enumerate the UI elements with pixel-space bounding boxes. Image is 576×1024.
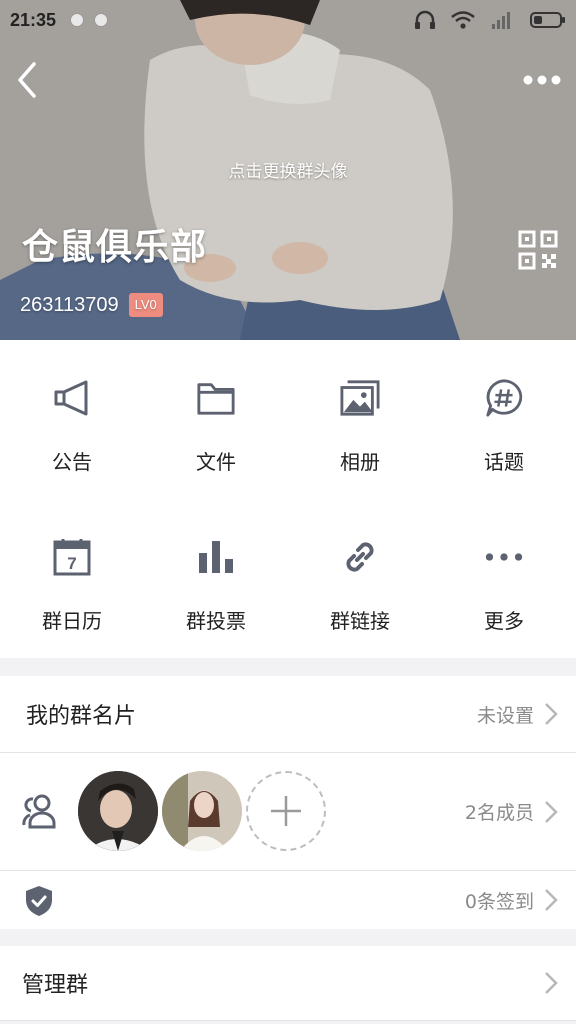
manage-group-title: 管理群 — [22, 973, 89, 998]
grid-item-label: 公告 — [52, 450, 92, 474]
manage-group-row[interactable]: 管理群 — [0, 946, 576, 1020]
wifi-icon — [451, 11, 475, 29]
group-id: 263113709 — [20, 293, 119, 316]
members-row[interactable]: 2名成员 — [0, 753, 576, 870]
checkin-shield-icon — [26, 886, 52, 916]
grid-item-link[interactable]: 群链接 — [288, 499, 432, 658]
grid-item-album[interactable]: 相册 — [288, 340, 432, 499]
level-badge: LV0 — [128, 293, 163, 317]
topic-hashtag-icon — [484, 378, 524, 418]
chevron-right-icon — [545, 972, 558, 994]
grid-item-vote[interactable]: 群投票 — [144, 499, 288, 658]
grid-item-topic[interactable]: 话题 — [432, 340, 576, 499]
chevron-right-icon — [545, 800, 558, 823]
change-avatar-hint[interactable]: 点击更换群头像 — [0, 157, 576, 182]
grid-item-announcement[interactable]: 公告 — [0, 340, 144, 499]
group-cover[interactable]: 21:35 点击更换群头像 仓鼠俱乐部 263113709 LV0 — [0, 0, 576, 340]
my-group-card-row[interactable]: 我的群名片 未设置 — [0, 676, 576, 752]
notification-icon — [70, 13, 85, 27]
grid-item-label: 文件 — [196, 450, 236, 474]
plus-icon — [271, 796, 301, 826]
grid-item-label: 群链接 — [330, 609, 390, 633]
chevron-right-icon — [545, 703, 558, 725]
qr-code-icon[interactable] — [518, 230, 558, 270]
member-avatar[interactable] — [78, 771, 158, 851]
checkin-row[interactable]: 0条签到 — [0, 871, 576, 929]
divider — [0, 1020, 576, 1021]
grid-item-label: 相册 — [340, 450, 380, 474]
signal-icon — [492, 12, 510, 29]
back-arrow-icon[interactable] — [12, 60, 42, 100]
group-id-row: 263113709 LV0 — [20, 293, 163, 317]
grid-item-more[interactable]: 更多 — [432, 499, 576, 658]
member-count: 2名成员 — [464, 802, 534, 824]
member-avatar[interactable] — [162, 771, 242, 851]
photo-album-icon — [340, 378, 380, 418]
notification-icon — [94, 13, 109, 27]
calendar-icon: 7 — [52, 537, 92, 577]
link-icon — [340, 537, 380, 577]
members-icon — [22, 794, 56, 829]
group-name: 仓鼠俱乐部 — [22, 227, 208, 268]
grid-item-files[interactable]: 文件 — [144, 340, 288, 499]
headphones-icon — [415, 10, 435, 29]
my-group-card-value: 未设置 — [476, 704, 534, 727]
status-bar: 21:35 — [0, 0, 576, 40]
grid-item-calendar[interactable]: 7 群日历 — [0, 499, 144, 658]
grid-item-label: 话题 — [484, 450, 524, 474]
my-group-card-title: 我的群名片 — [26, 704, 137, 729]
folder-icon — [196, 378, 236, 418]
more-dots-icon — [484, 537, 524, 577]
function-grid: 公告 文件 相册 话题 7 群日历 群投票 群链接 更多 — [0, 340, 576, 658]
battery-icon — [530, 12, 565, 28]
chevron-right-icon — [545, 889, 558, 911]
svg-text:7: 7 — [67, 554, 76, 573]
grid-item-label: 群日历 — [42, 609, 102, 633]
status-time: 21:35 — [10, 9, 57, 30]
checkin-count: 0条签到 — [464, 890, 534, 913]
more-options-icon[interactable] — [522, 68, 562, 92]
add-member-button[interactable] — [246, 771, 326, 851]
grid-item-label: 群投票 — [186, 609, 246, 633]
grid-item-label: 更多 — [484, 609, 524, 633]
megaphone-icon — [52, 378, 92, 418]
bar-chart-vote-icon — [196, 537, 236, 577]
